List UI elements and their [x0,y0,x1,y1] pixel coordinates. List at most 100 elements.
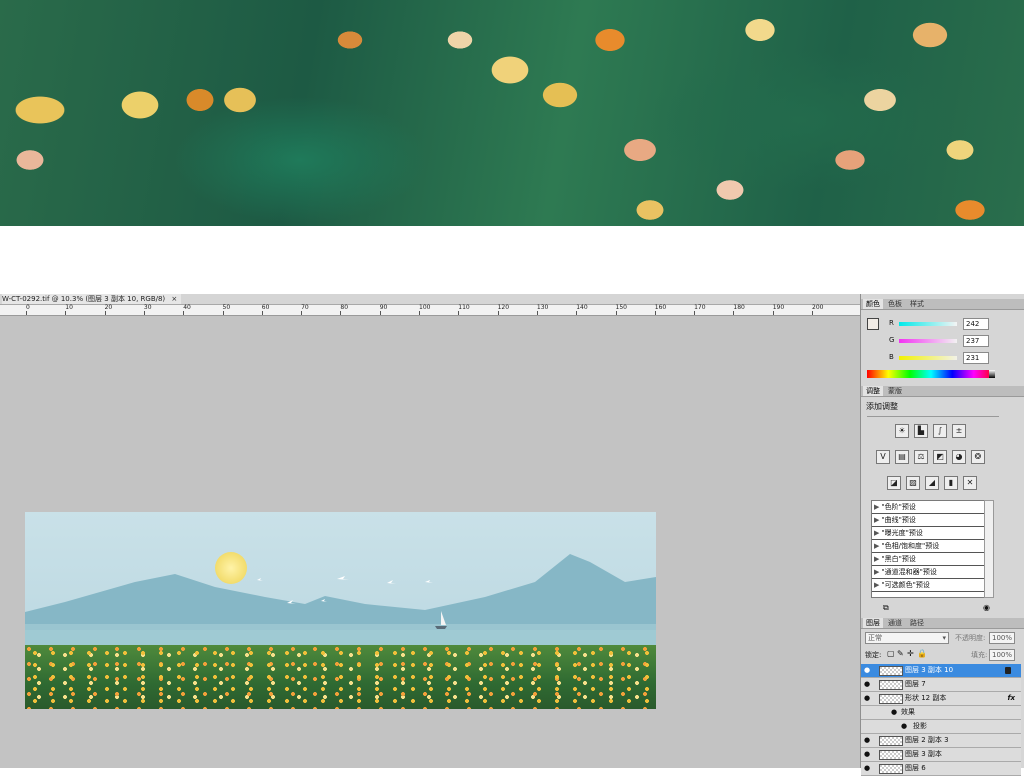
visibility-toggle-icon[interactable]: ◉ [983,603,990,612]
chevron-down-icon: ▾ [942,634,946,642]
preset-item[interactable]: ▶ "曲线"预设 [872,514,984,527]
layer-effect-item-row[interactable]: ● 投影 [861,720,1021,734]
layer-name: 图层 3 副本 [905,750,942,758]
layer-row[interactable]: ● 图层 7 [861,678,1021,692]
tab-adjustments[interactable]: 调整 [863,386,883,396]
clip-layer-icon[interactable]: ⧉ [883,603,889,613]
ruler-tick-mark [183,311,185,315]
eye-icon[interactable]: ● [864,681,872,688]
lock-position-icon[interactable]: ✛ [907,649,914,658]
opacity-field[interactable]: 100% [989,632,1015,644]
layer-name: 图层 6 [905,764,926,772]
photo-filter-icon[interactable]: ◕ [952,450,966,464]
preset-item[interactable]: ▶ "可选颜色"预设 [872,579,984,592]
ruler-tick-label: 100 [419,304,431,311]
lock-pixels-icon[interactable]: ✎ [897,649,904,658]
lock-icon [1005,667,1011,674]
ruler-tick-mark [301,311,303,315]
fill-field[interactable]: 100% [989,649,1015,661]
fx-badge[interactable]: fx [1007,692,1015,705]
blue-slider-row: B 231 [889,352,1024,364]
tab-color[interactable]: 颜色 [863,299,883,309]
foreground-color-swatch[interactable] [867,318,879,330]
tab-masks[interactable]: 蒙版 [885,386,905,396]
ruler-tick-mark [654,311,656,315]
red-value-field[interactable]: 242 [963,318,989,330]
eye-icon[interactable]: ● [864,667,872,674]
ruler-tick-label: 0 [26,304,30,311]
blue-slider[interactable] [899,356,957,360]
curves-icon[interactable]: ∫ [933,424,947,438]
eye-icon[interactable]: ● [864,751,872,758]
green-slider[interactable] [899,339,957,343]
layer-name: 图层 2 副本 3 [905,736,949,744]
ruler-tick-mark [497,311,499,315]
brightness-icon[interactable]: ☀ [895,424,909,438]
layer-row[interactable]: ● 形状 12 副本 fx [861,692,1021,706]
opacity-label: 不透明度: [955,634,986,642]
levels-icon[interactable]: ▙ [914,424,928,438]
ruler-tick-mark [222,311,224,315]
red-slider[interactable] [899,322,957,326]
channel-mixer-icon[interactable]: ❂ [971,450,985,464]
ruler-tick-mark [104,311,106,315]
blend-mode-select[interactable]: 正常 ▾ [865,632,949,644]
color-balance-icon[interactable]: ⚖ [914,450,928,464]
black-white-icon[interactable]: ◩ [933,450,947,464]
layers-panel-tabs: 图层 通道 路径 [861,618,1024,629]
horizontal-ruler[interactable]: 0 10 20 30 40 50 60 70 80 90 100 110 120 130 140 150 160… [0,304,860,316]
ruler-tick-mark [772,311,774,315]
gradient-map-icon[interactable]: ▮ [944,476,958,490]
document-tab[interactable]: W-CT-0292.tif @ 10.3% (图层 3 副本 10, RGB/8… [2,294,182,304]
document-title: W-CT-0292.tif @ 10.3% (图层 3 副本 10, RGB/8… [2,295,166,303]
eye-icon[interactable]: ● [864,765,872,772]
preset-scrollbar[interactable] [984,500,994,598]
ruler-tick-label: 160 [654,304,667,311]
artwork-canvas[interactable] [25,512,656,709]
layer-effects-row[interactable]: ● 效果 [861,706,1021,720]
birds [257,576,433,604]
black-white-ramp[interactable] [989,370,995,378]
right-panel-dock: 颜色 色板 样式 R 242 G 237 B 231 调整 蒙版 添加调整 ☀ … [860,294,1024,776]
preset-item[interactable]: ▶ "色阶"预设 [872,501,984,514]
invert-icon[interactable]: ◪ [887,476,901,490]
green-label: G [889,336,895,344]
layer-row[interactable]: ● 图层 2 副本 3 [861,734,1021,748]
layer-row[interactable]: ● 图层 3 副本 [861,748,1021,762]
preset-item[interactable]: ▶ "曝光度"预设 [872,527,984,540]
blue-value-field[interactable]: 231 [963,352,989,364]
layer-row[interactable]: ● 图层 6 [861,762,1021,776]
tab-layers[interactable]: 图层 [863,618,883,628]
selective-color-icon[interactable]: ✕ [963,476,977,490]
canvas-workspace[interactable]: W-CT-0292.tif @ 10.3% (图层 3 副本 10, RGB/8… [0,294,860,768]
ruler-tick-label: 90 [379,304,388,311]
ruler-tick-mark [812,311,813,315]
banner-painting [0,0,1024,226]
eye-icon[interactable]: ● [864,695,872,702]
posterize-icon[interactable]: ▨ [906,476,920,490]
adjustments-title: 添加调整 [866,402,898,411]
hue-saturation-icon[interactable]: ▤ [895,450,909,464]
eye-icon[interactable]: ● [891,709,899,716]
tab-swatches[interactable]: 色板 [885,299,905,309]
preset-item[interactable]: ▶ "通道混和器"预设 [872,566,984,579]
lock-all-icon[interactable]: 🔒 [917,649,927,658]
tab-paths[interactable]: 路径 [907,618,927,628]
vibrance-icon[interactable]: V [876,450,890,464]
green-value-field[interactable]: 237 [963,335,989,347]
close-icon[interactable]: × [171,295,177,303]
tab-channels[interactable]: 通道 [885,618,905,628]
eye-icon[interactable]: ● [901,723,909,730]
threshold-icon[interactable]: ◢ [925,476,939,490]
color-spectrum-bar[interactable] [867,370,995,378]
ruler-tick-label: 120 [497,304,510,311]
tab-styles[interactable]: 样式 [907,299,927,309]
layer-row[interactable]: ● 图层 3 副本 10 [861,664,1021,678]
eye-icon[interactable]: ● [864,737,872,744]
lock-transparency-icon[interactable]: ▢ [887,649,895,658]
preset-item[interactable]: ▶ "黑白"预设 [872,553,984,566]
ruler-tick-label: 70 [301,304,309,311]
preset-item[interactable]: ▶ "色相/饱和度"预设 [872,540,984,553]
green-slider-row: G 237 [889,335,1024,347]
exposure-icon[interactable]: ± [952,424,966,438]
